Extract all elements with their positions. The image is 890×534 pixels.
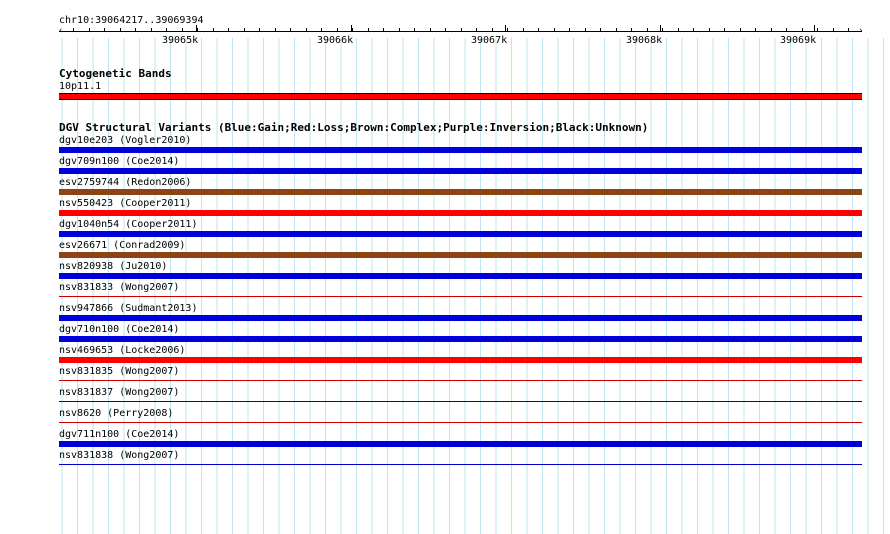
dgv-feature-label: nsv8620 (Perry2008) xyxy=(59,408,174,419)
ruler-minor-tick xyxy=(631,28,632,32)
ruler-minor-tick xyxy=(600,28,601,32)
ruler-left-arrow-icon: ‹ xyxy=(58,26,64,36)
ruler-minor-tick xyxy=(538,28,539,32)
dgv-track-title: DGV Structural Variants (Blue:Gain;Red:L… xyxy=(59,121,649,134)
ruler-minor-tick xyxy=(817,28,818,32)
ruler-minor-tick xyxy=(678,28,679,32)
ruler-minor-tick xyxy=(337,28,338,32)
dgv-feature-label: dgv709n100 (Coe2014) xyxy=(59,156,180,167)
dgv-feature-label: nsv947866 (Sudmant2013) xyxy=(59,303,198,314)
dgv-feature-label: esv26671 (Conrad2009) xyxy=(59,240,186,251)
ruler-minor-tick xyxy=(259,28,260,32)
dgv-feature-bar[interactable] xyxy=(59,273,862,279)
dgv-feature-bar[interactable] xyxy=(59,336,862,342)
ruler-tick-label: 39068k xyxy=(626,35,663,46)
ruler-minor-tick xyxy=(461,28,462,32)
dgv-feature-label: dgv1040n54 (Cooper2011) xyxy=(59,219,198,230)
dgv-feature-bar[interactable] xyxy=(59,296,862,297)
ruler-minor-tick xyxy=(414,28,415,32)
ruler-minor-tick xyxy=(104,28,105,32)
ruler-minor-tick xyxy=(802,28,803,32)
ruler-minor-tick xyxy=(213,28,214,32)
dgv-feature-label: nsv820938 (Ju2010) xyxy=(59,261,168,272)
ruler-minor-tick xyxy=(321,28,322,32)
ruler-minor-tick xyxy=(833,28,834,32)
ruler-minor-tick xyxy=(182,28,183,32)
ruler-minor-tick xyxy=(166,28,167,32)
dgv-feature-bar[interactable] xyxy=(59,210,862,216)
ruler-minor-tick xyxy=(197,28,198,32)
ruler-right-arrow-icon: › xyxy=(858,26,864,36)
dgv-feature-label: nsv831833 (Wong2007) xyxy=(59,282,180,293)
genome-browser-panel: chr10:39064217..39069394 ‹ › 39065k 39066… xyxy=(0,0,890,534)
dgv-feature-label: nsv469653 (Locke2006) xyxy=(59,345,186,356)
dgv-feature-label: dgv10e203 (Vogler2010) xyxy=(59,135,192,146)
dgv-feature-label: nsv550423 (Cooper2011) xyxy=(59,198,192,209)
ruler-minor-tick xyxy=(755,28,756,32)
cytoband-track-title: Cytogenetic Bands xyxy=(59,67,172,80)
ruler-minor-tick xyxy=(786,28,787,32)
ruler-minor-tick xyxy=(244,28,245,32)
ruler-minor-tick xyxy=(662,28,663,32)
cytoband-label: 10p11.1 xyxy=(59,81,102,92)
ruler-minor-tick xyxy=(709,28,710,32)
ruler-minor-tick xyxy=(724,28,725,32)
ruler-minor-tick xyxy=(352,28,353,32)
ruler-major-tick xyxy=(505,25,506,32)
dgv-feature-label: dgv710n100 (Coe2014) xyxy=(59,324,180,335)
dgv-feature-label: nsv831835 (Wong2007) xyxy=(59,366,180,377)
ruler-minor-tick xyxy=(275,28,276,32)
ruler-minor-tick xyxy=(740,28,741,32)
ruler-minor-tick xyxy=(585,28,586,32)
ruler-minor-tick xyxy=(430,28,431,32)
ruler-minor-tick xyxy=(492,28,493,32)
dgv-feature-bar[interactable] xyxy=(59,231,862,237)
ruler-minor-tick xyxy=(771,28,772,32)
ruler-minor-tick xyxy=(120,28,121,32)
ruler-minor-tick xyxy=(569,28,570,32)
dgv-feature-label: esv2759744 (Redon2006) xyxy=(59,177,192,188)
dgv-feature-bar[interactable] xyxy=(59,380,862,381)
dgv-feature-label: dgv711n100 (Coe2014) xyxy=(59,429,180,440)
ruler-minor-tick xyxy=(399,28,400,32)
ruler-minor-tick xyxy=(693,28,694,32)
ruler-tick-label: 39069k xyxy=(780,35,817,46)
dgv-feature-bar[interactable] xyxy=(59,464,862,465)
ruler-minor-tick xyxy=(616,28,617,32)
ruler-minor-tick xyxy=(306,28,307,32)
ruler-major-tick xyxy=(814,25,815,32)
ruler-minor-tick xyxy=(523,28,524,32)
ruler-minor-tick xyxy=(151,28,152,32)
ruler-minor-tick xyxy=(476,28,477,32)
ruler-minor-tick xyxy=(368,28,369,32)
ruler-minor-tick xyxy=(135,28,136,32)
location-label: chr10:39064217..39069394 xyxy=(59,15,204,26)
cytoband-bar[interactable] xyxy=(59,93,862,100)
dgv-feature-bar[interactable] xyxy=(59,147,862,153)
ruler-tick-label: 39065k xyxy=(162,35,199,46)
ruler-minor-tick xyxy=(848,28,849,32)
dgv-feature-label: nsv831838 (Wong2007) xyxy=(59,450,180,461)
ruler-tick-label: 39066k xyxy=(317,35,354,46)
ruler-minor-tick xyxy=(73,28,74,32)
ruler-minor-tick xyxy=(290,28,291,32)
dgv-feature-bar[interactable] xyxy=(59,401,862,402)
dgv-feature-bar[interactable] xyxy=(59,168,862,174)
ruler-minor-tick xyxy=(89,28,90,32)
dgv-feature-bar[interactable] xyxy=(59,357,862,363)
dgv-feature-bar[interactable] xyxy=(59,315,862,321)
dgv-feature-bar[interactable] xyxy=(59,189,862,195)
dgv-feature-bar[interactable] xyxy=(59,441,862,447)
dgv-feature-bar[interactable] xyxy=(59,422,862,423)
dgv-feature-bar[interactable] xyxy=(59,252,862,258)
ruler-minor-tick xyxy=(507,28,508,32)
ruler-major-tick xyxy=(660,25,661,32)
ruler-minor-tick xyxy=(647,28,648,32)
ruler-minor-tick xyxy=(554,28,555,32)
ruler-minor-tick xyxy=(383,28,384,32)
dgv-feature-label: nsv831837 (Wong2007) xyxy=(59,387,180,398)
ruler-minor-tick xyxy=(445,28,446,32)
ruler-minor-tick xyxy=(228,28,229,32)
ruler-tick-label: 39067k xyxy=(471,35,508,46)
